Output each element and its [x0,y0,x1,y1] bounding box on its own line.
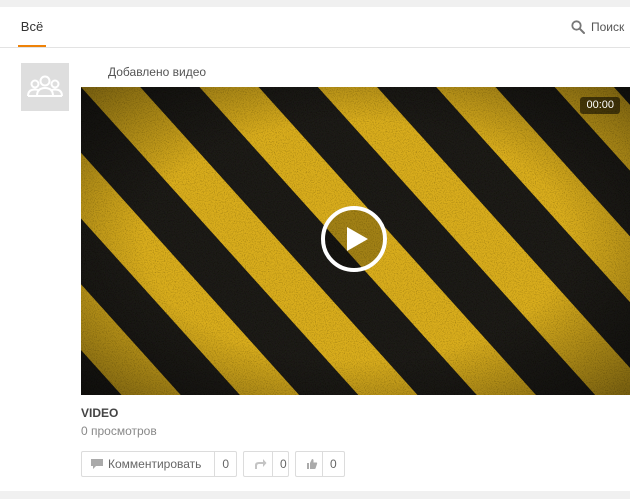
video-views: 0 просмотров [81,424,157,438]
post-title: Добавлено видео [108,65,207,79]
video-name[interactable]: VIDEO [81,406,118,420]
comment-button[interactable]: Комментировать 0 [81,451,237,477]
comment-icon [91,459,103,469]
play-icon[interactable] [319,204,389,274]
share-button[interactable]: 0 [243,451,289,477]
comment-label: Комментировать [108,457,202,471]
video-duration: 00:00 [580,97,620,114]
search-button[interactable]: Поиск [571,7,630,47]
post-actions: Комментировать 0 0 0 [81,451,345,477]
feed-card: Всё Поиск Добавлено видео 00:00 VIDEO 0 … [0,7,630,491]
comment-count: 0 [214,452,236,476]
group-avatar[interactable] [21,63,69,111]
video-player[interactable]: 00:00 [81,87,630,395]
share-count: 0 [272,452,294,476]
feed-tabs: Всё Поиск [0,7,630,48]
group-icon [27,75,63,97]
like-icon [307,459,318,469]
share-icon [255,459,267,469]
search-icon [571,20,585,34]
like-button[interactable]: 0 [295,451,345,477]
search-label: Поиск [591,20,625,34]
like-count: 0 [322,452,344,476]
tab-all[interactable]: Всё [18,7,46,47]
